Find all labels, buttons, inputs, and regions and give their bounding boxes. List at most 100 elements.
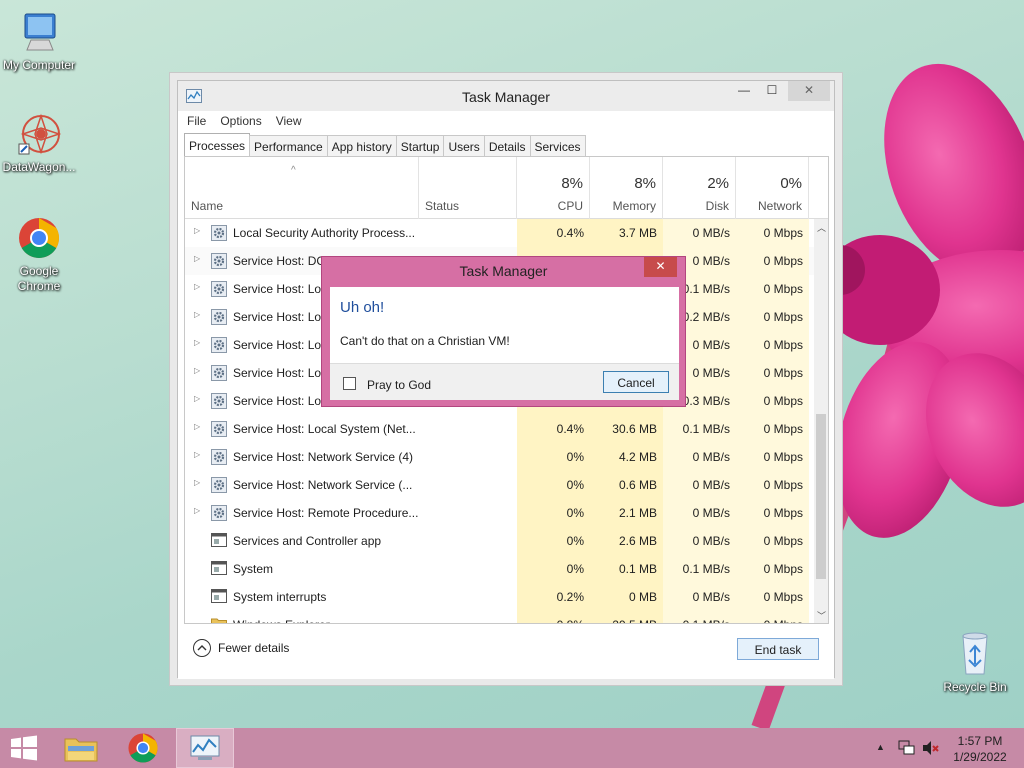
cpu-value: 0.4%: [517, 415, 590, 443]
network-value: 0 Mbps: [736, 583, 809, 611]
expand-chevron-icon[interactable]: ▷: [194, 478, 200, 487]
close-button[interactable]: ✕: [788, 81, 830, 101]
network-value: 0 Mbps: [736, 527, 809, 555]
taskbar-chrome[interactable]: [114, 728, 172, 768]
vertical-scrollbar[interactable]: ︿ ﹀: [814, 219, 828, 623]
expand-chevron-icon[interactable]: ▷: [194, 450, 200, 459]
expand-chevron-icon[interactable]: ▷: [194, 366, 200, 375]
dialog-footer: Pray to God Cancel: [330, 363, 679, 400]
cpu-value: 0.8%: [517, 611, 590, 623]
process-name: Service Host: Network Service (4): [233, 450, 414, 464]
desktop-icon-label: DataWagon...: [2, 160, 76, 174]
app-window-icon: [211, 561, 227, 578]
chevron-up-circle-icon: [193, 639, 211, 657]
computer-icon: [24, 13, 56, 51]
desktop-icon-my-computer[interactable]: My Computer: [0, 10, 78, 73]
tab-processes[interactable]: Processes: [184, 133, 251, 157]
menu-options[interactable]: Options: [211, 111, 266, 128]
taskbar-task-manager[interactable]: [176, 728, 234, 768]
process-name: Service Host: Local System (Net...: [233, 422, 416, 436]
cpu-value: 0%: [517, 527, 590, 555]
maximize-button[interactable]: ☐: [758, 81, 786, 101]
expand-chevron-icon[interactable]: ▷: [194, 254, 200, 263]
minimize-button[interactable]: —: [730, 81, 758, 101]
title-bar[interactable]: Task Manager — ☐ ✕: [178, 81, 834, 111]
dialog-message: Can't do that on a Christian VM!: [340, 334, 510, 348]
start-button[interactable]: [0, 728, 48, 768]
network-value: 0 Mbps: [736, 219, 809, 247]
tray-overflow-icon[interactable]: ▲: [876, 742, 885, 752]
disk-value: 0.1 MB/s: [663, 415, 736, 443]
tab-startup[interactable]: Startup: [395, 135, 445, 157]
clock[interactable]: 1:57 PM 1/29/2022: [946, 733, 1014, 765]
process-row[interactable]: Windows Explorer0.8%29.5 MB0.1 MB/s0 Mbp…: [185, 611, 815, 623]
network-value: 0 Mbps: [736, 415, 809, 443]
expand-chevron-icon[interactable]: ▷: [194, 506, 200, 515]
expand-chevron-icon[interactable]: ▷: [194, 282, 200, 291]
folder-icon: [211, 617, 227, 623]
process-row[interactable]: System 0% 0.1 MB 0.1 MB/s 0 Mbps: [185, 555, 815, 583]
tab-details[interactable]: Details: [483, 135, 531, 157]
scroll-down-icon[interactable]: ﹀: [817, 609, 826, 622]
end-task-button[interactable]: End task: [737, 638, 819, 660]
network-value: 0 Mbps: [736, 611, 809, 623]
volume-muted-icon[interactable]: [922, 740, 940, 756]
pray-checkbox[interactable]: [343, 377, 356, 390]
process-row[interactable]: ▷ Service Host: Network Service (... 0% 0.6…: [185, 471, 815, 499]
scrollbar-thumb[interactable]: [816, 414, 826, 579]
memory-value: 0 MB: [590, 583, 663, 611]
column-status[interactable]: Status: [419, 157, 517, 219]
network-icon[interactable]: [898, 740, 916, 756]
menu-view[interactable]: View: [267, 111, 307, 128]
disk-value: 0 MB/s: [663, 527, 736, 555]
chrome-icon: [19, 218, 59, 258]
error-dialog: Task Manager ✕ Uh oh! Can't do that on a…: [321, 256, 686, 407]
network-value: 0 Mbps: [736, 275, 809, 303]
column-cpu[interactable]: 8% CPU: [517, 157, 590, 219]
dialog-heading: Uh oh!: [340, 299, 385, 316]
tab-app-history[interactable]: App history: [326, 135, 397, 157]
network-value: 0 Mbps: [736, 359, 809, 387]
memory-value: 29.5 MB: [590, 611, 663, 623]
column-memory[interactable]: 8% Memory: [590, 157, 663, 219]
gear-icon: [211, 505, 227, 524]
tab-users[interactable]: Users: [443, 135, 485, 157]
pray-checkbox-label[interactable]: Pray to God: [367, 378, 431, 392]
desktop-icon-datawagon[interactable]: DataWagon...: [0, 112, 78, 175]
fewer-details-button[interactable]: Fewer details: [192, 638, 289, 658]
column-disk[interactable]: 2% Disk: [663, 157, 736, 219]
process-row[interactable]: ▷ Service Host: Local System (Net... 0.4% 3…: [185, 415, 815, 443]
expand-chevron-icon[interactable]: ▷: [194, 338, 200, 347]
scroll-up-icon[interactable]: ︿: [817, 221, 826, 234]
expand-chevron-icon[interactable]: ▷: [194, 226, 200, 235]
expand-chevron-icon[interactable]: ▷: [194, 310, 200, 319]
process-row[interactable]: Services and Controller app 0% 2.6 MB 0 MB/…: [185, 527, 815, 555]
desktop-icon-label: My Computer: [2, 58, 76, 72]
column-name[interactable]: ^ Name: [185, 157, 419, 219]
expand-chevron-icon[interactable]: ▷: [194, 394, 200, 403]
windows-logo-icon: [11, 735, 37, 761]
process-row[interactable]: ▷ Local Security Authority Process... 0.4%…: [185, 219, 815, 247]
disk-value: 0.1 MB/s: [663, 611, 736, 623]
network-value: 0 Mbps: [736, 555, 809, 583]
tab-strip: Processes Performance App history Startu…: [184, 133, 586, 157]
gear-icon: [211, 253, 227, 272]
expand-chevron-icon[interactable]: ▷: [194, 422, 200, 431]
process-row[interactable]: System interrupts 0.2% 0 MB 0 MB/s 0 Mbps: [185, 583, 815, 611]
cancel-button[interactable]: Cancel: [603, 371, 669, 393]
desktop-icon-recycle-bin[interactable]: Recycle Bin: [936, 630, 1014, 695]
process-name: Local Security Authority Process...: [233, 226, 416, 240]
app-window-icon: [211, 589, 227, 606]
process-row[interactable]: ▷ Service Host: Remote Procedure... 0% 2.1 …: [185, 499, 815, 527]
column-network[interactable]: 0% Network: [736, 157, 809, 219]
datawagon-icon: [18, 113, 61, 155]
tab-services[interactable]: Services: [529, 135, 586, 157]
process-row[interactable]: ▷ Service Host: Network Service (4) 0% 4.2 …: [185, 443, 815, 471]
tab-performance[interactable]: Performance: [249, 135, 328, 157]
folder-icon: [64, 738, 98, 762]
desktop-icon-google-chrome[interactable]: Google Chrome: [0, 216, 78, 294]
menu-file[interactable]: File: [178, 111, 211, 128]
taskbar-file-explorer[interactable]: [52, 728, 110, 768]
network-value: 0 Mbps: [736, 387, 809, 415]
dialog-close-button[interactable]: ✕: [644, 257, 677, 277]
